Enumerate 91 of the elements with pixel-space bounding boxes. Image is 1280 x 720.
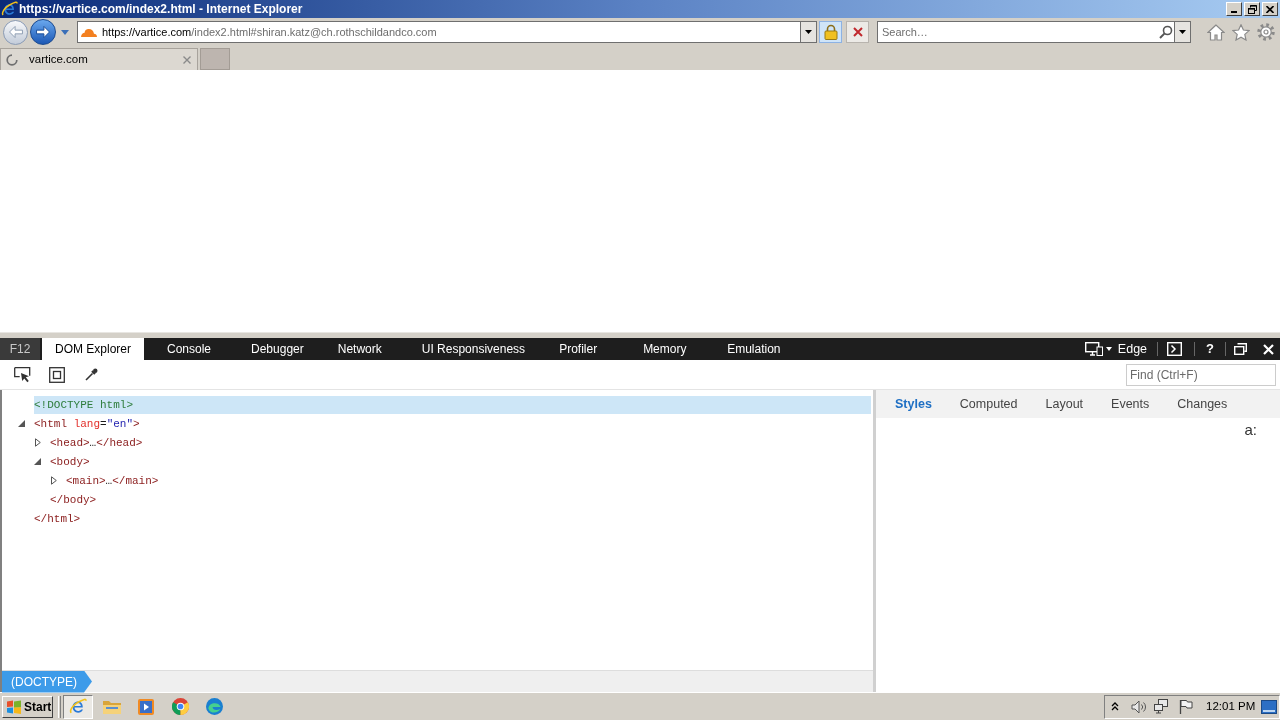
close-icon <box>852 27 863 37</box>
search-button[interactable] <box>1158 21 1174 43</box>
panel-tab[interactable]: Layout <box>1031 394 1098 414</box>
chrome-icon <box>171 698 189 715</box>
panel-tab[interactable]: Computed <box>945 394 1032 414</box>
caret-down-icon <box>1179 30 1186 34</box>
closing-tag: </html> <box>34 509 81 528</box>
folder-icon <box>103 699 121 714</box>
network-icon[interactable] <box>1154 699 1170 714</box>
expanded-arrow-icon[interactable] <box>34 458 41 465</box>
home-button[interactable] <box>1207 23 1225 41</box>
devtools-tab[interactable]: Profiler <box>548 338 621 360</box>
dom-node[interactable]: <main>…</main> <box>66 471 159 490</box>
address-dropdown-button[interactable] <box>800 21 817 43</box>
browser-mode-dropdown[interactable]: Edge <box>1084 338 1148 360</box>
close-button[interactable] <box>1262 2 1278 16</box>
devtools-tab[interactable]: Emulation <box>716 338 792 360</box>
edge-icon <box>205 698 223 715</box>
search-dropdown-button[interactable] <box>1174 21 1191 43</box>
devtools-tab[interactable]: UI Responsiveness <box>410 338 537 360</box>
stop-button[interactable] <box>846 21 869 43</box>
color-picker-button[interactable] <box>85 368 98 381</box>
desktop-icon <box>1261 699 1277 714</box>
pseudo-state-button[interactable]: a: <box>1244 422 1257 437</box>
caret-down-icon <box>61 29 69 35</box>
browser-tab[interactable]: vartice.com <box>0 48 198 70</box>
search-field[interactable]: Search… <box>877 21 1158 43</box>
devtools-tab[interactable]: Network <box>326 338 399 360</box>
search-icon <box>1159 25 1173 39</box>
chevron-up-icon <box>1111 702 1119 711</box>
padlock-icon <box>823 24 838 40</box>
show-hidden-icons-button[interactable] <box>1111 702 1119 711</box>
devtools-tab[interactable]: Memory <box>632 338 705 360</box>
devtools-tab[interactable]: Debugger <box>240 338 315 360</box>
minimize-button[interactable] <box>1226 2 1242 16</box>
closing-tag: </body> <box>50 490 97 509</box>
collapsed-arrow-icon[interactable] <box>50 476 57 485</box>
find-field[interactable]: Find (Ctrl+F) <box>1126 363 1276 386</box>
eyedropper-icon <box>85 368 98 381</box>
dom-node[interactable]: <html lang="en"> <box>34 414 140 433</box>
window-title: https://vartice.com/index2.html - Internet Explorer <box>19 1 303 18</box>
restore-icon <box>1247 4 1257 14</box>
browser-logo-icon <box>1 1 18 17</box>
close-devtools-button[interactable] <box>1263 343 1274 355</box>
taskbar-button[interactable] <box>63 694 93 719</box>
minimize-icon <box>1231 11 1237 13</box>
media-player-icon <box>138 698 154 715</box>
devtools-tab[interactable]: Console <box>156 338 228 360</box>
panel-tab[interactable]: Styles <box>881 394 946 414</box>
browser-logo-icon <box>69 698 87 715</box>
windows-logo-icon <box>6 699 22 714</box>
dom-node[interactable]: <!DOCTYPE html> <box>34 395 871 414</box>
dom-node[interactable]: <head>…</head> <box>50 433 143 452</box>
arrow-left-icon <box>8 26 23 38</box>
home-icon <box>1207 23 1225 41</box>
favorites-button[interactable] <box>1232 23 1250 41</box>
help-button[interactable]: ? <box>1206 339 1214 359</box>
cloud-icon <box>80 27 97 37</box>
settings-icon <box>1257 23 1275 41</box>
console-icon <box>1167 342 1183 356</box>
select-element-icon <box>14 366 31 383</box>
panel-tab[interactable]: Changes <box>1163 394 1242 414</box>
star-icon <box>1232 23 1250 41</box>
forward-button[interactable] <box>30 19 56 45</box>
address-field[interactable]: https://vartice.com/index2.html#shiran.katz@ch.rothschildandco.com <box>99 21 800 43</box>
start-button[interactable]: Start <box>2 695 53 718</box>
collapsed-arrow-icon[interactable] <box>34 438 41 447</box>
arrow-right-icon <box>36 26 50 38</box>
devtools-tab[interactable]: DOM Explorer <box>42 338 144 360</box>
speaker-icon[interactable] <box>1131 699 1147 714</box>
show-desktop-button[interactable] <box>1261 699 1277 714</box>
expanded-arrow-icon[interactable] <box>18 420 25 427</box>
tab-title: vartice.com <box>29 51 88 67</box>
close-icon <box>1266 5 1274 13</box>
settings-button[interactable] <box>1257 23 1275 41</box>
close-icon <box>1263 343 1274 355</box>
f12-label: F12 <box>0 338 40 360</box>
undock-button[interactable] <box>1234 343 1247 355</box>
close-icon <box>183 55 191 64</box>
restore-button[interactable] <box>1244 2 1260 16</box>
select-element-button[interactable] <box>14 366 31 383</box>
monitor-icon <box>1084 342 1103 356</box>
box-in-box-icon <box>49 366 65 383</box>
console-toggle-button[interactable] <box>1167 342 1183 356</box>
highlight-box-button[interactable] <box>49 366 65 383</box>
caret-down-icon <box>1105 347 1112 351</box>
restore-icon <box>1234 343 1247 355</box>
panel-tab[interactable]: Events <box>1097 394 1164 414</box>
dom-node[interactable]: <body> <box>50 452 90 471</box>
flag-icon[interactable] <box>1179 699 1193 714</box>
caret-down-icon <box>805 30 812 34</box>
